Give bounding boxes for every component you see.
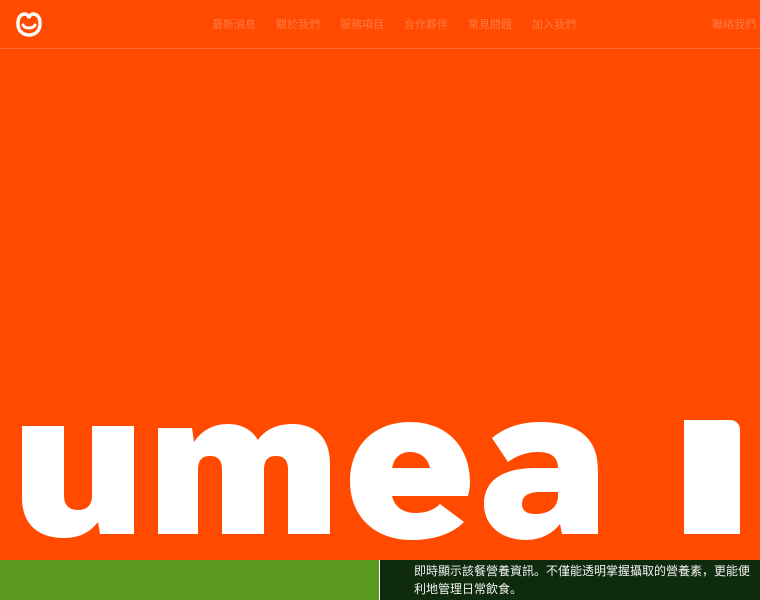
bottom-feature-strip: 即時顯示該餐營養資訊。不僅能透明掌握攝取的營養素，更能便利地管理日常飲食。	[0, 560, 760, 600]
nav-item-faq[interactable]: 常見問題	[468, 16, 512, 32]
wordmark-glyphs	[22, 420, 740, 540]
glyph-e	[350, 422, 470, 540]
glyph-l	[684, 420, 740, 534]
nav-item-about[interactable]: 關於我們	[276, 16, 320, 32]
glyph-u	[22, 426, 134, 538]
nav-item-news[interactable]: 最新消息	[212, 16, 256, 32]
green-feature-panel	[0, 560, 379, 600]
nav-item-contact[interactable]: 聯絡我們	[712, 16, 756, 32]
nav-item-partners[interactable]: 合作夥伴	[404, 16, 448, 32]
top-navigation-bar: 最新消息 關於我們 服務項目 合作夥伴 常見問題 加入我們 聯絡我們	[0, 0, 760, 49]
main-nav: 最新消息 關於我們 服務項目 合作夥伴 常見問題 加入我們	[212, 16, 576, 32]
feature-description-text: 即時顯示該餐營養資訊。不僅能透明掌握攝取的營養素，更能便利地管理日常飲食。	[414, 564, 751, 596]
feature-description-panel: 即時顯示該餐營養資訊。不僅能透明掌握攝取的營養素，更能便利地管理日常飲食。	[380, 560, 760, 600]
smile-face-logo-icon[interactable]	[16, 11, 42, 37]
glyph-m	[158, 424, 330, 534]
glyph-a	[484, 422, 598, 540]
hero-brand-wordmark	[22, 420, 740, 540]
nav-item-join[interactable]: 加入我們	[532, 16, 576, 32]
nav-item-services[interactable]: 服務項目	[340, 16, 384, 32]
